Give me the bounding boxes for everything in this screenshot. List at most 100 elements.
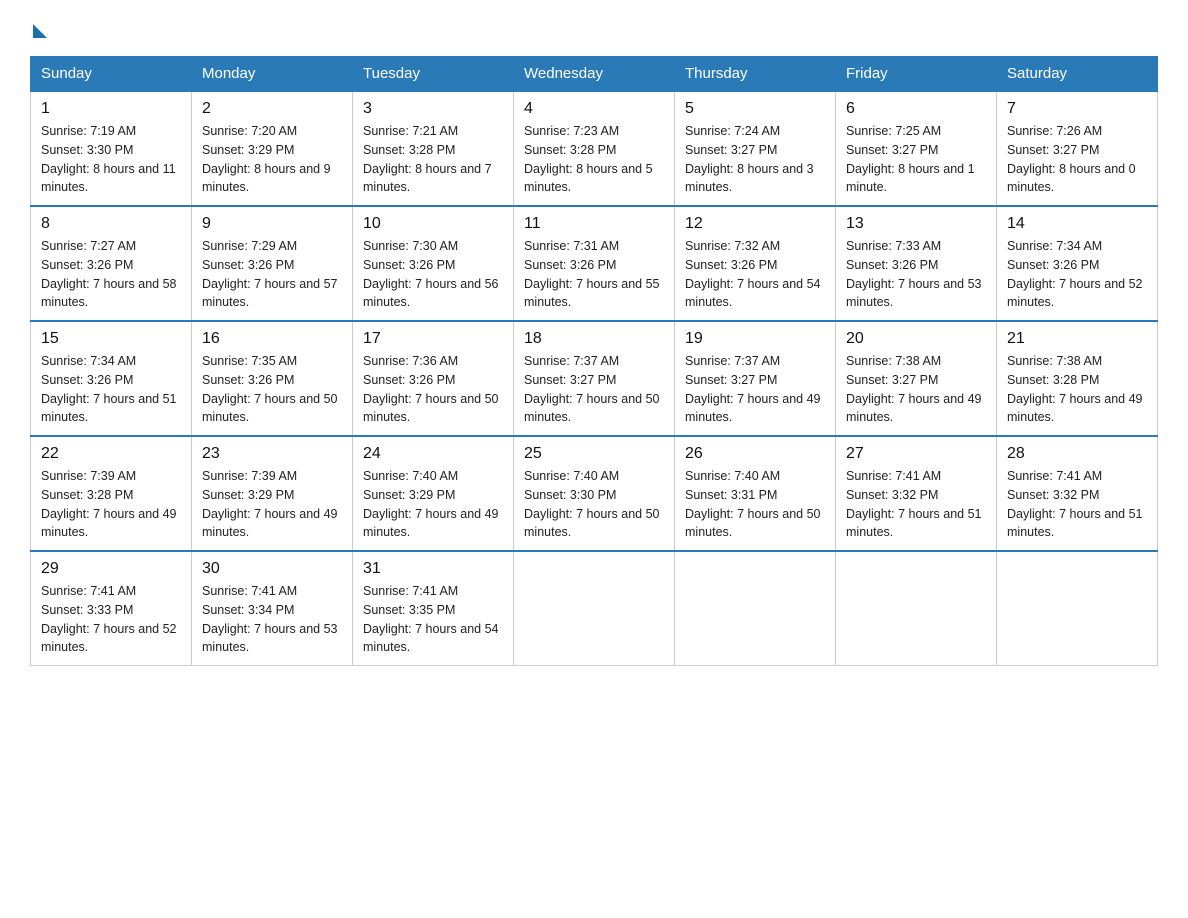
- week-row-3: 15 Sunrise: 7:34 AMSunset: 3:26 PMDaylig…: [31, 321, 1158, 436]
- calendar-cell: 9 Sunrise: 7:29 AMSunset: 3:26 PMDayligh…: [192, 206, 353, 321]
- calendar-cell: 26 Sunrise: 7:40 AMSunset: 3:31 PMDaylig…: [675, 436, 836, 551]
- calendar-cell: 6 Sunrise: 7:25 AMSunset: 3:27 PMDayligh…: [836, 91, 997, 206]
- calendar-cell: 4 Sunrise: 7:23 AMSunset: 3:28 PMDayligh…: [514, 91, 675, 206]
- calendar-cell: 14 Sunrise: 7:34 AMSunset: 3:26 PMDaylig…: [997, 206, 1158, 321]
- day-info: Sunrise: 7:34 AMSunset: 3:26 PMDaylight:…: [41, 354, 177, 424]
- calendar-cell: 23 Sunrise: 7:39 AMSunset: 3:29 PMDaylig…: [192, 436, 353, 551]
- calendar-cell: 3 Sunrise: 7:21 AMSunset: 3:28 PMDayligh…: [353, 91, 514, 206]
- header-day-monday: Monday: [192, 57, 353, 92]
- day-number: 13: [846, 215, 986, 233]
- calendar-cell: 12 Sunrise: 7:32 AMSunset: 3:26 PMDaylig…: [675, 206, 836, 321]
- header-day-sunday: Sunday: [31, 57, 192, 92]
- day-number: 14: [1007, 215, 1147, 233]
- day-info: Sunrise: 7:41 AMSunset: 3:35 PMDaylight:…: [363, 584, 499, 654]
- logo: [30, 20, 49, 38]
- calendar-cell: 28 Sunrise: 7:41 AMSunset: 3:32 PMDaylig…: [997, 436, 1158, 551]
- day-info: Sunrise: 7:26 AMSunset: 3:27 PMDaylight:…: [1007, 124, 1136, 194]
- day-number: 10: [363, 215, 503, 233]
- day-number: 17: [363, 330, 503, 348]
- day-info: Sunrise: 7:38 AMSunset: 3:28 PMDaylight:…: [1007, 354, 1143, 424]
- week-row-4: 22 Sunrise: 7:39 AMSunset: 3:28 PMDaylig…: [31, 436, 1158, 551]
- day-info: Sunrise: 7:36 AMSunset: 3:26 PMDaylight:…: [363, 354, 499, 424]
- day-number: 1: [41, 100, 181, 118]
- calendar-cell: 2 Sunrise: 7:20 AMSunset: 3:29 PMDayligh…: [192, 91, 353, 206]
- page-header: [30, 20, 1158, 38]
- day-info: Sunrise: 7:35 AMSunset: 3:26 PMDaylight:…: [202, 354, 338, 424]
- day-info: Sunrise: 7:40 AMSunset: 3:31 PMDaylight:…: [685, 469, 821, 539]
- calendar-cell: [997, 551, 1158, 666]
- calendar-cell: 10 Sunrise: 7:30 AMSunset: 3:26 PMDaylig…: [353, 206, 514, 321]
- day-info: Sunrise: 7:41 AMSunset: 3:32 PMDaylight:…: [846, 469, 982, 539]
- calendar-cell: [836, 551, 997, 666]
- day-number: 26: [685, 445, 825, 463]
- day-number: 30: [202, 560, 342, 578]
- day-number: 20: [846, 330, 986, 348]
- day-number: 23: [202, 445, 342, 463]
- calendar-cell: 17 Sunrise: 7:36 AMSunset: 3:26 PMDaylig…: [353, 321, 514, 436]
- day-number: 3: [363, 100, 503, 118]
- header-day-wednesday: Wednesday: [514, 57, 675, 92]
- calendar-table: SundayMondayTuesdayWednesdayThursdayFrid…: [30, 56, 1158, 666]
- day-number: 28: [1007, 445, 1147, 463]
- day-number: 19: [685, 330, 825, 348]
- day-number: 12: [685, 215, 825, 233]
- day-info: Sunrise: 7:41 AMSunset: 3:33 PMDaylight:…: [41, 584, 177, 654]
- day-number: 2: [202, 100, 342, 118]
- calendar-cell: 15 Sunrise: 7:34 AMSunset: 3:26 PMDaylig…: [31, 321, 192, 436]
- calendar-cell: 18 Sunrise: 7:37 AMSunset: 3:27 PMDaylig…: [514, 321, 675, 436]
- day-info: Sunrise: 7:40 AMSunset: 3:29 PMDaylight:…: [363, 469, 499, 539]
- calendar-cell: 5 Sunrise: 7:24 AMSunset: 3:27 PMDayligh…: [675, 91, 836, 206]
- calendar-cell: 19 Sunrise: 7:37 AMSunset: 3:27 PMDaylig…: [675, 321, 836, 436]
- calendar-cell: 30 Sunrise: 7:41 AMSunset: 3:34 PMDaylig…: [192, 551, 353, 666]
- day-number: 5: [685, 100, 825, 118]
- day-info: Sunrise: 7:38 AMSunset: 3:27 PMDaylight:…: [846, 354, 982, 424]
- day-number: 25: [524, 445, 664, 463]
- day-info: Sunrise: 7:41 AMSunset: 3:34 PMDaylight:…: [202, 584, 338, 654]
- calendar-cell: [675, 551, 836, 666]
- day-info: Sunrise: 7:34 AMSunset: 3:26 PMDaylight:…: [1007, 239, 1143, 309]
- week-row-5: 29 Sunrise: 7:41 AMSunset: 3:33 PMDaylig…: [31, 551, 1158, 666]
- calendar-cell: 21 Sunrise: 7:38 AMSunset: 3:28 PMDaylig…: [997, 321, 1158, 436]
- calendar-cell: 29 Sunrise: 7:41 AMSunset: 3:33 PMDaylig…: [31, 551, 192, 666]
- day-info: Sunrise: 7:21 AMSunset: 3:28 PMDaylight:…: [363, 124, 492, 194]
- calendar-cell: 22 Sunrise: 7:39 AMSunset: 3:28 PMDaylig…: [31, 436, 192, 551]
- calendar-cell: 16 Sunrise: 7:35 AMSunset: 3:26 PMDaylig…: [192, 321, 353, 436]
- day-number: 29: [41, 560, 181, 578]
- day-info: Sunrise: 7:40 AMSunset: 3:30 PMDaylight:…: [524, 469, 660, 539]
- week-row-1: 1 Sunrise: 7:19 AMSunset: 3:30 PMDayligh…: [31, 91, 1158, 206]
- day-number: 7: [1007, 100, 1147, 118]
- day-number: 8: [41, 215, 181, 233]
- day-number: 16: [202, 330, 342, 348]
- logo-triangle-icon: [33, 24, 47, 38]
- calendar-cell: 20 Sunrise: 7:38 AMSunset: 3:27 PMDaylig…: [836, 321, 997, 436]
- header-day-saturday: Saturday: [997, 57, 1158, 92]
- day-info: Sunrise: 7:30 AMSunset: 3:26 PMDaylight:…: [363, 239, 499, 309]
- calendar-cell: 7 Sunrise: 7:26 AMSunset: 3:27 PMDayligh…: [997, 91, 1158, 206]
- day-info: Sunrise: 7:25 AMSunset: 3:27 PMDaylight:…: [846, 124, 975, 194]
- day-info: Sunrise: 7:37 AMSunset: 3:27 PMDaylight:…: [524, 354, 660, 424]
- header-day-thursday: Thursday: [675, 57, 836, 92]
- day-info: Sunrise: 7:39 AMSunset: 3:29 PMDaylight:…: [202, 469, 338, 539]
- day-info: Sunrise: 7:32 AMSunset: 3:26 PMDaylight:…: [685, 239, 821, 309]
- day-info: Sunrise: 7:19 AMSunset: 3:30 PMDaylight:…: [41, 124, 176, 194]
- day-info: Sunrise: 7:23 AMSunset: 3:28 PMDaylight:…: [524, 124, 653, 194]
- header-day-tuesday: Tuesday: [353, 57, 514, 92]
- day-number: 9: [202, 215, 342, 233]
- calendar-cell: 24 Sunrise: 7:40 AMSunset: 3:29 PMDaylig…: [353, 436, 514, 551]
- calendar-cell: 13 Sunrise: 7:33 AMSunset: 3:26 PMDaylig…: [836, 206, 997, 321]
- day-number: 31: [363, 560, 503, 578]
- day-number: 11: [524, 215, 664, 233]
- day-info: Sunrise: 7:33 AMSunset: 3:26 PMDaylight:…: [846, 239, 982, 309]
- day-number: 6: [846, 100, 986, 118]
- calendar-cell: [514, 551, 675, 666]
- day-number: 18: [524, 330, 664, 348]
- day-number: 22: [41, 445, 181, 463]
- day-info: Sunrise: 7:24 AMSunset: 3:27 PMDaylight:…: [685, 124, 814, 194]
- day-info: Sunrise: 7:39 AMSunset: 3:28 PMDaylight:…: [41, 469, 177, 539]
- day-number: 27: [846, 445, 986, 463]
- calendar-cell: 27 Sunrise: 7:41 AMSunset: 3:32 PMDaylig…: [836, 436, 997, 551]
- week-row-2: 8 Sunrise: 7:27 AMSunset: 3:26 PMDayligh…: [31, 206, 1158, 321]
- calendar-cell: 25 Sunrise: 7:40 AMSunset: 3:30 PMDaylig…: [514, 436, 675, 551]
- header-day-friday: Friday: [836, 57, 997, 92]
- day-info: Sunrise: 7:37 AMSunset: 3:27 PMDaylight:…: [685, 354, 821, 424]
